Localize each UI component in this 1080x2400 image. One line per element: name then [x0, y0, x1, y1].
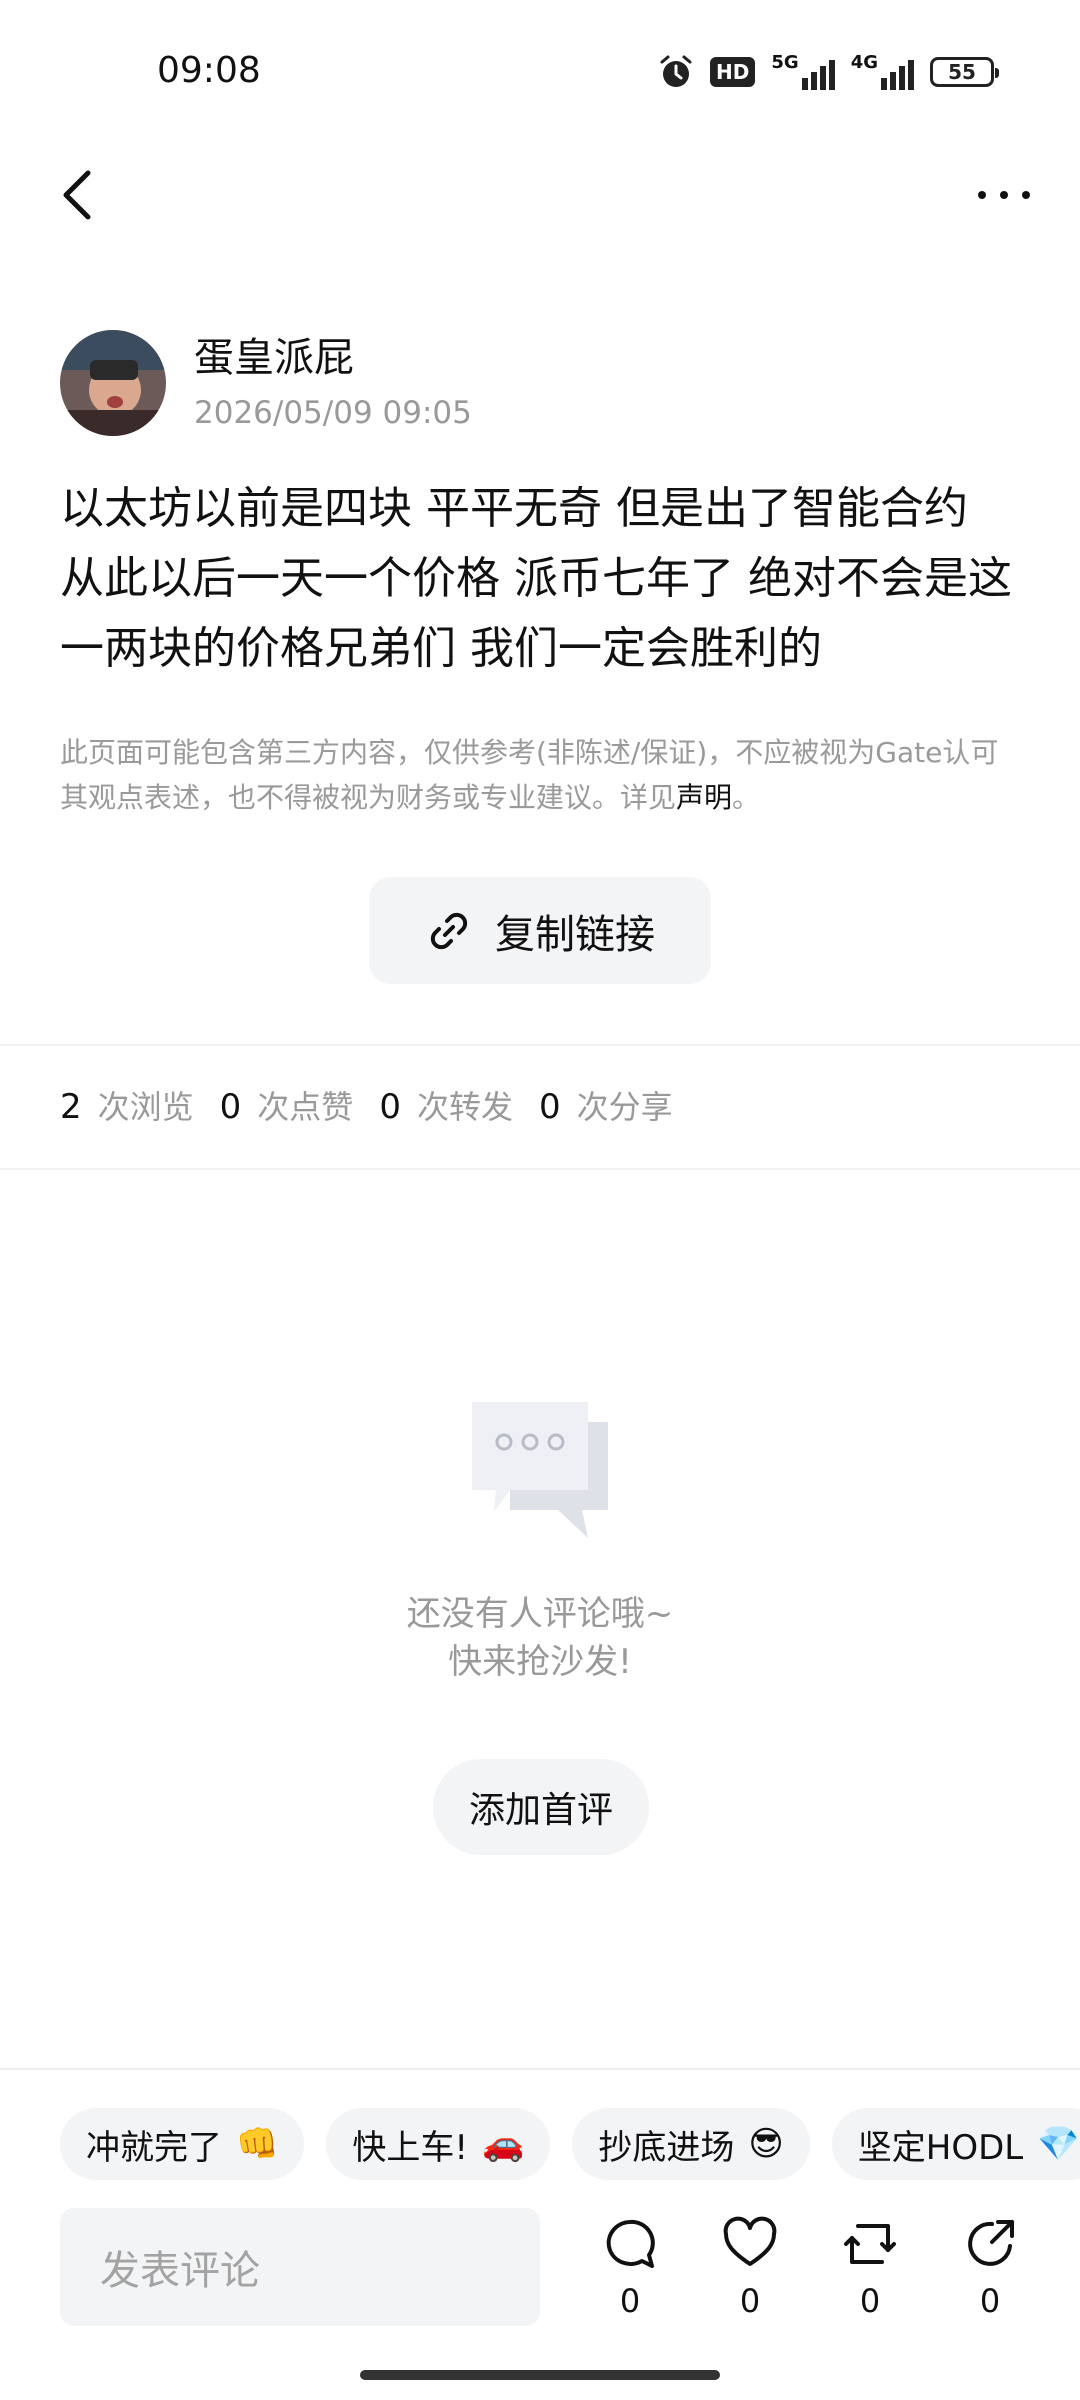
- heart-icon: [723, 2216, 777, 2266]
- hd-icon: HD: [710, 57, 756, 87]
- alarm-icon: [660, 55, 692, 87]
- stat-views: 2 次浏览: [60, 1087, 194, 1127]
- stat-reposts: 0 次转发: [379, 1087, 513, 1127]
- quick-replies: 冲就完了 👊 快上车! 🚗 抄底进场 😎 坚定HODL 💎: [60, 2108, 1080, 2180]
- divider: [0, 1168, 1080, 1170]
- post-detail-page: 09:08 HD 5G 4G 55 蛋皇派屁 2026/05/09 09:05 …: [0, 0, 1080, 2400]
- author-info: 蛋皇派屁 2026/05/09 09:05: [60, 330, 472, 436]
- battery-icon: 55: [930, 57, 999, 87]
- status-bar: 09:08 HD 5G 4G 55: [0, 0, 1080, 140]
- home-indicator[interactable]: [360, 2370, 720, 2380]
- quick-reply-chip[interactable]: 冲就完了 👊: [60, 2108, 305, 2180]
- repost-icon: [844, 2224, 896, 2264]
- signal-4g-icon: 4G: [851, 54, 914, 90]
- post-content: 以太坊以前是四块 平平无奇 但是出了智能合约 从此以后一天一个价格 派币七年了 …: [60, 483, 1012, 674]
- signal-5g-icon: 5G: [771, 54, 835, 90]
- bottom-divider: [0, 2068, 1080, 2070]
- comment-input[interactable]: 发表评论: [60, 2208, 540, 2326]
- quick-reply-chip[interactable]: 坚定HODL 💎: [831, 2108, 1080, 2180]
- chevron-left-icon: [63, 170, 91, 220]
- back-button[interactable]: [48, 160, 108, 230]
- copy-link-label: 复制链接: [495, 911, 655, 958]
- more-horizontal-icon: [978, 191, 1030, 199]
- empty-comments-text: 还没有人评论哦~ 快来抢沙发!: [406, 1594, 674, 1682]
- disclaimer-link[interactable]: 声明: [676, 781, 732, 814]
- status-time: 09:08: [157, 50, 261, 91]
- copy-link-button[interactable]: 复制链接: [369, 877, 711, 984]
- comment-action[interactable]: 0: [590, 2216, 670, 2320]
- quick-reply-chip[interactable]: 快上车! 🚗: [326, 2108, 551, 2180]
- author-name[interactable]: 蛋皇派屁: [194, 334, 472, 382]
- post-stats: 2 次浏览 0 次点赞 0 次转发 0 次分享: [60, 1082, 699, 1128]
- like-action[interactable]: 0: [710, 2216, 790, 2320]
- more-button[interactable]: [964, 160, 1044, 230]
- divider: [0, 1044, 1080, 1046]
- share-icon: [968, 2220, 1014, 2266]
- comment-icon: [606, 2219, 655, 2268]
- disclaimer: 此页面可能包含第三方内容，仅供参考(非陈述/保证)，不应被视为Gate认可其观点…: [60, 736, 999, 814]
- quick-reply-chip[interactable]: 抄底进场 😎: [572, 2108, 810, 2180]
- add-first-comment-button[interactable]: 添加首评: [433, 1759, 649, 1855]
- avatar[interactable]: [60, 330, 166, 436]
- link-icon: [430, 912, 468, 949]
- stat-shares: 0 次分享: [538, 1087, 673, 1127]
- empty-comments-icon: [470, 1400, 610, 1544]
- share-action[interactable]: 0: [950, 2216, 1030, 2320]
- stat-likes: 0 次点赞: [219, 1087, 354, 1127]
- post-time: 2026/05/09 09:05: [194, 395, 472, 431]
- status-icons: HD 5G 4G 55: [658, 52, 999, 92]
- repost-action[interactable]: 0: [830, 2216, 910, 2320]
